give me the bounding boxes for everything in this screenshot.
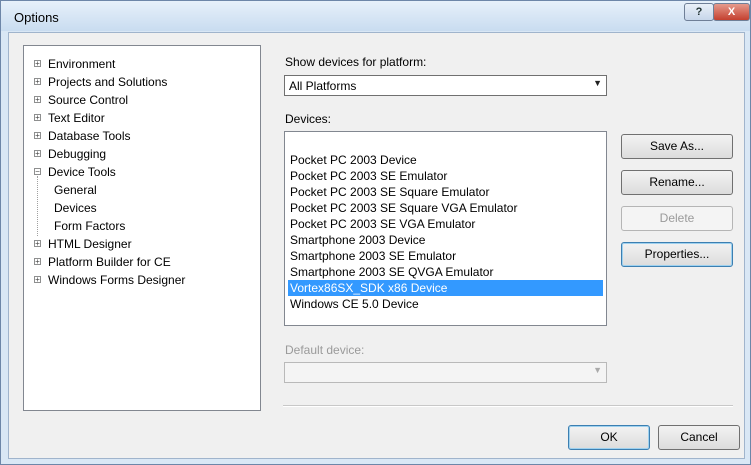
list-item[interactable]: Pocket PC 2003 SE Square VGA Emulator	[288, 200, 603, 216]
footer-separator	[283, 405, 733, 407]
list-item[interactable]: Smartphone 2003 Device	[288, 232, 603, 248]
expand-icon[interactable]: +	[34, 276, 41, 284]
list-item[interactable]: Pocket PC 2003 Device	[288, 152, 603, 168]
delete-button[interactable]: Delete	[621, 206, 733, 231]
tree-item-label: Device Tools	[48, 165, 116, 179]
list-item[interactable]: Pocket PC 2003 SE Emulator	[288, 168, 603, 184]
platform-label: Show devices for platform:	[285, 55, 427, 69]
tree-item-label: Source Control	[48, 93, 129, 107]
platform-dropdown-value: All Platforms	[289, 79, 357, 93]
tree-guide-line	[37, 176, 38, 236]
chevron-down-icon[interactable]: ▼	[593, 365, 602, 375]
dialog-body: + Environment + Projects and Solutions +…	[8, 32, 745, 459]
help-button[interactable]: ?	[684, 3, 714, 21]
save-as-button[interactable]: Save As...	[621, 134, 733, 159]
expand-icon[interactable]: +	[34, 150, 41, 158]
expand-icon[interactable]: +	[34, 78, 41, 86]
properties-button[interactable]: Properties...	[621, 242, 733, 267]
devices-label: Devices:	[285, 112, 332, 126]
tree-item-label: Environment	[48, 57, 116, 71]
cancel-button[interactable]: Cancel	[658, 425, 740, 450]
list-item[interactable]: Windows CE 5.0 Device	[288, 296, 603, 312]
tree-item-label: Text Editor	[48, 111, 105, 125]
tree-item-label: Devices	[54, 201, 97, 215]
chevron-down-icon[interactable]: ▼	[593, 78, 602, 88]
platform-dropdown[interactable]: All Platforms ▼	[284, 75, 607, 96]
collapse-icon[interactable]: −	[34, 168, 41, 176]
options-dialog: Options ? X + Environment + Projects and…	[0, 0, 751, 465]
window-title: Options	[14, 10, 59, 25]
expand-icon[interactable]: +	[34, 60, 41, 68]
title-bar[interactable]: Options ? X	[1, 1, 750, 31]
ok-button[interactable]: OK	[568, 425, 650, 450]
tree-item-label: General	[54, 183, 97, 197]
expand-icon[interactable]: +	[34, 114, 41, 122]
tree-item-label: Windows Forms Designer	[48, 273, 186, 287]
tree-item-label: Form Factors	[54, 219, 126, 233]
default-device-dropdown[interactable]: ▼	[284, 362, 607, 383]
list-item[interactable]: Pocket PC 2003 SE Square Emulator	[288, 184, 603, 200]
expand-icon[interactable]: +	[34, 240, 41, 248]
rename-button[interactable]: Rename...	[621, 170, 733, 195]
list-item-selected[interactable]: Vortex86SX_SDK x86 Device	[288, 280, 603, 296]
devices-list[interactable]: Pocket PC 2003 Device Pocket PC 2003 SE …	[284, 131, 607, 326]
list-item[interactable]: Smartphone 2003 SE Emulator	[288, 248, 603, 264]
list-item[interactable]: Smartphone 2003 SE QVGA Emulator	[288, 264, 603, 280]
tree-item-label: Projects and Solutions	[48, 75, 168, 89]
help-icon: ?	[695, 6, 703, 18]
tree-item-label: Database Tools	[48, 129, 131, 143]
default-device-label: Default device:	[285, 343, 365, 357]
options-tree[interactable]: + Environment + Projects and Solutions +…	[23, 45, 261, 411]
expand-icon[interactable]: +	[34, 258, 41, 266]
close-button[interactable]: X	[713, 3, 750, 21]
list-item[interactable]: Pocket PC 2003 SE VGA Emulator	[288, 216, 603, 232]
tree-item-label: Platform Builder for CE	[48, 255, 171, 269]
tree-item-label: Debugging	[48, 147, 107, 161]
close-icon: X	[727, 6, 736, 18]
expand-icon[interactable]: +	[34, 96, 41, 104]
expand-icon[interactable]: +	[34, 132, 41, 140]
tree-item-label: HTML Designer	[48, 237, 132, 251]
